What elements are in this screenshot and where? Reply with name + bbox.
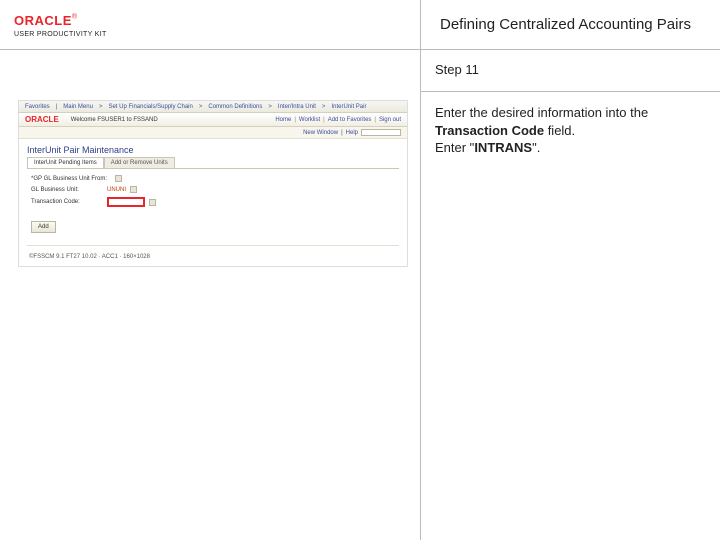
step-label: Step 11	[435, 62, 479, 77]
instr-line2-post: ".	[532, 140, 540, 155]
app-oracle-logo: ORACLE	[25, 115, 59, 124]
lbl-transaction-code: Transaction Code:	[31, 199, 103, 205]
oracle-tm: ®	[72, 13, 77, 20]
val-gl-unit-to: UNUNI	[107, 187, 126, 193]
crumb-4[interactable]: InterUnit Pair	[331, 104, 366, 110]
link-add-favorites[interactable]: Add to Favorites	[328, 117, 372, 123]
brand-logo: ORACLE® USER PRODUCTIVITY KIT	[0, 6, 121, 44]
instruction-text: Enter the desired information into the T…	[421, 92, 720, 169]
nav-favorites[interactable]: Favorites	[25, 104, 50, 110]
instr-line1-post: field.	[544, 123, 575, 138]
instr-line2-pre: Enter "	[435, 140, 474, 155]
lookup-icon[interactable]	[149, 199, 156, 206]
app-breadcrumb-bar: Favorites | Main Menu > Set Up Financial…	[19, 101, 407, 113]
link-home[interactable]: Home	[275, 117, 291, 123]
lookup-icon[interactable]	[115, 175, 122, 182]
lbl-gl-unit-from: *GP GL Business Unit From:	[31, 176, 107, 182]
oracle-subbrand: USER PRODUCTIVITY KIT	[14, 31, 107, 38]
oracle-wordmark: ORACLE	[14, 13, 72, 28]
crumb-1[interactable]: Set Up Financials/Supply Chain	[108, 104, 192, 110]
crumb-3[interactable]: Inter/Intra Unit	[278, 104, 316, 110]
tab-add-remove-units[interactable]: Add or Remove Units	[104, 157, 175, 168]
link-signout[interactable]: Sign out	[379, 117, 401, 123]
transaction-code-input-highlight[interactable]	[107, 197, 145, 207]
link-new-window[interactable]: New Window	[303, 130, 338, 136]
instr-line1-bold: Transaction Code	[435, 123, 544, 138]
search-input[interactable]	[361, 129, 401, 136]
link-help[interactable]: Help	[346, 130, 358, 136]
page-title: InterUnit Pair Maintenance	[19, 139, 407, 157]
link-worklist[interactable]: Worklist	[299, 117, 320, 123]
lesson-title: Defining Centralized Accounting Pairs	[421, 16, 720, 33]
instr-line2-bold: INTRANS	[474, 140, 532, 155]
lbl-gl-unit-to: GL Business Unit:	[31, 187, 103, 193]
add-button[interactable]: Add	[31, 221, 56, 233]
welcome-text: Welcome FSUSER1 to FSSAND	[71, 117, 158, 123]
nav-main-menu[interactable]: Main Menu	[63, 104, 93, 110]
tab-interunit-pending[interactable]: InterUnit Pending Items	[27, 157, 104, 168]
embedded-screenshot: Favorites | Main Menu > Set Up Financial…	[18, 100, 408, 267]
crumb-2[interactable]: Common Definitions	[208, 104, 262, 110]
lookup-icon[interactable]	[130, 186, 137, 193]
app-footer-text: ©FSSCM 9.1 FT27 10.02 · ACC1 · 160×1028	[19, 250, 407, 266]
instr-line1-pre: Enter the desired information into the	[435, 105, 648, 120]
